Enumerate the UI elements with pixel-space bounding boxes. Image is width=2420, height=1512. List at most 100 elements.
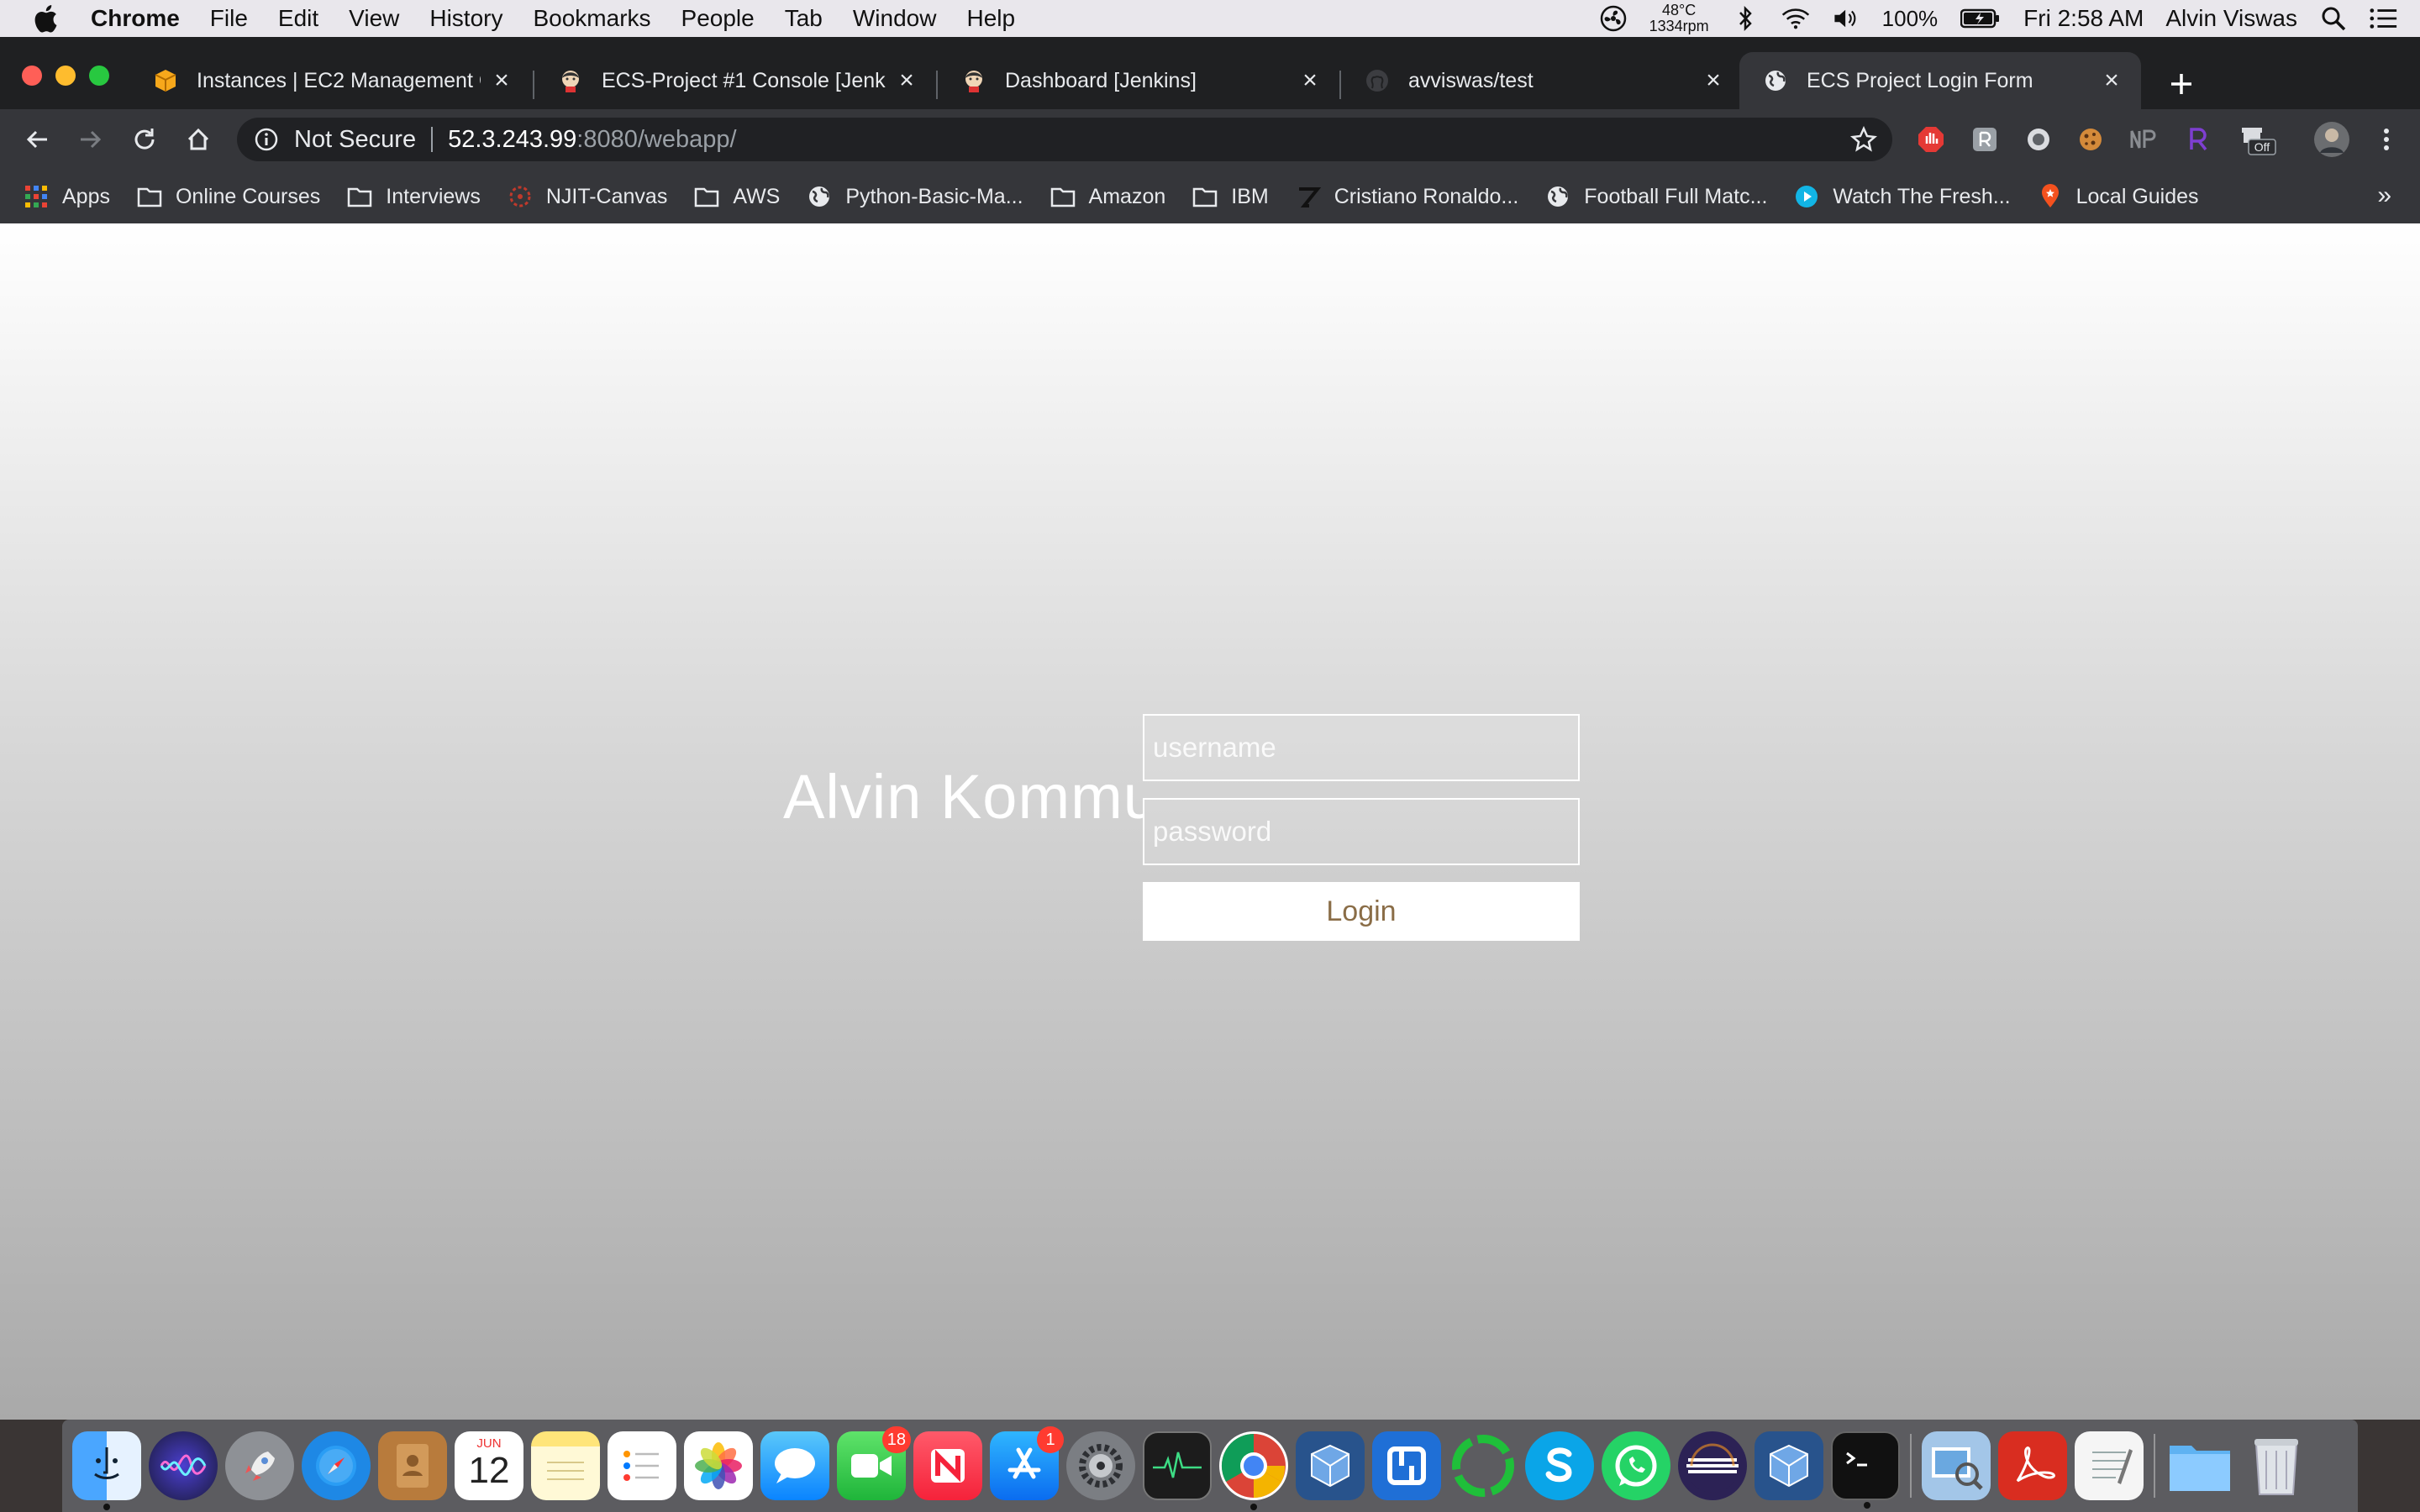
tab-close-icon[interactable]: × bbox=[1297, 66, 1323, 94]
r-extension-icon[interactable] bbox=[2183, 124, 2213, 155]
menu-window[interactable]: Window bbox=[838, 5, 952, 32]
bookmark-amazon[interactable]: Amazon bbox=[1050, 184, 1165, 209]
tab-ecs-login-form[interactable]: ECS Project Login Form × bbox=[1739, 52, 2141, 109]
reload-icon[interactable] bbox=[124, 119, 165, 160]
bookmark-ibm[interactable]: IBM bbox=[1192, 184, 1269, 209]
facetime-icon[interactable]: 18 bbox=[837, 1426, 911, 1500]
tab-github-test[interactable]: avviswas/test × bbox=[1341, 52, 1743, 109]
acrobat-icon[interactable] bbox=[1998, 1431, 2067, 1500]
bookmark-python-basic[interactable]: Python-Basic-Ma... bbox=[807, 184, 1023, 209]
notification-center-icon[interactable] bbox=[2370, 4, 2398, 33]
virtualbox-cube-icon[interactable] bbox=[1754, 1431, 1823, 1500]
tab-jenkins-dashboard[interactable]: Dashboard [Jenkins] × bbox=[938, 52, 1339, 109]
vmware-window-icon[interactable] bbox=[1372, 1431, 1441, 1500]
aws-box-icon bbox=[153, 68, 178, 93]
app-store-icon[interactable]: 1 bbox=[990, 1426, 1064, 1500]
downloads-folder-icon[interactable] bbox=[2165, 1431, 2234, 1500]
contacts-book-icon[interactable] bbox=[378, 1431, 447, 1500]
temperature-readout[interactable]: 48°C 1334rpm bbox=[1649, 3, 1709, 34]
menu-history[interactable]: History bbox=[414, 5, 518, 32]
calendar-icon[interactable]: JUN 12 bbox=[455, 1431, 523, 1500]
cookie-extension-icon[interactable] bbox=[2075, 124, 2106, 155]
skype-icon[interactable] bbox=[1525, 1431, 1594, 1500]
virtualbox-cube-icon[interactable] bbox=[1296, 1431, 1365, 1500]
menu-tab[interactable]: Tab bbox=[770, 5, 838, 32]
photos-icon[interactable] bbox=[684, 1431, 753, 1500]
record-extension-icon[interactable] bbox=[2023, 124, 2054, 155]
chrome-menu-icon[interactable] bbox=[2371, 124, 2402, 155]
profile-avatar-icon[interactable] bbox=[2312, 120, 2351, 159]
info-icon[interactable] bbox=[254, 127, 279, 152]
forward-arrow-icon[interactable] bbox=[71, 119, 111, 160]
messages-bubble-icon[interactable] bbox=[760, 1431, 829, 1500]
window-close-button[interactable] bbox=[22, 66, 42, 86]
activity-monitor-icon[interactable] bbox=[1143, 1431, 1212, 1500]
tab-close-icon[interactable]: × bbox=[489, 66, 514, 94]
bookmark-local-guides[interactable]: Local Guides bbox=[2038, 184, 2199, 209]
siri-icon[interactable] bbox=[149, 1431, 218, 1500]
tab-close-icon[interactable]: × bbox=[1701, 66, 1726, 94]
bookmark-njit-canvas[interactable]: NJIT-Canvas bbox=[508, 184, 667, 209]
reader-extension-icon[interactable] bbox=[1970, 124, 2000, 155]
user-name[interactable]: Alvin Viswas bbox=[2165, 5, 2297, 32]
reminders-icon[interactable] bbox=[608, 1431, 676, 1500]
notes-icon[interactable] bbox=[531, 1431, 600, 1500]
bookmark-cristiano-ronaldo[interactable]: Cristiano Ronaldo... bbox=[1296, 184, 1518, 209]
bluetooth-icon[interactable] bbox=[1731, 4, 1760, 33]
terminal-icon[interactable] bbox=[1831, 1431, 1900, 1509]
back-arrow-icon[interactable] bbox=[17, 119, 57, 160]
bookmark-apps[interactable]: Apps bbox=[24, 184, 110, 209]
chrome-icon[interactable] bbox=[1219, 1431, 1288, 1510]
np-extension-icon[interactable] bbox=[2129, 124, 2160, 155]
finder-icon[interactable] bbox=[72, 1431, 141, 1510]
password-input[interactable] bbox=[1143, 798, 1580, 865]
window-minimize-button[interactable] bbox=[55, 66, 76, 86]
whatsapp-icon[interactable] bbox=[1602, 1431, 1670, 1500]
bookmark-interviews[interactable]: Interviews bbox=[347, 184, 481, 209]
spotlight-search-icon[interactable] bbox=[2319, 4, 2348, 33]
wifi-icon[interactable] bbox=[1781, 4, 1810, 33]
preview-icon[interactable] bbox=[1922, 1431, 1991, 1500]
bookmark-watch-the-fresh[interactable]: Watch The Fresh... bbox=[1794, 184, 2011, 209]
menu-bookmarks[interactable]: Bookmarks bbox=[518, 5, 666, 32]
window-zoom-button[interactable] bbox=[89, 66, 109, 86]
menu-view[interactable]: View bbox=[334, 5, 414, 32]
tab-ecs-project-console[interactable]: ECS-Project #1 Console [Jenkins] × bbox=[534, 52, 936, 109]
clock[interactable]: Fri 2:58 AM bbox=[2023, 5, 2144, 32]
new-tab-plus-icon[interactable] bbox=[2163, 66, 2200, 102]
bookmarks-overflow-chevron-icon[interactable]: » bbox=[2377, 181, 2391, 210]
eclipse-icon[interactable] bbox=[1678, 1431, 1747, 1500]
tab-ec2-instances[interactable]: Instances | EC2 Management Console × bbox=[129, 52, 531, 109]
menu-help[interactable]: Help bbox=[951, 5, 1030, 32]
textedit-icon[interactable] bbox=[2075, 1431, 2144, 1500]
home-icon[interactable] bbox=[178, 119, 218, 160]
menu-app-name[interactable]: Chrome bbox=[91, 5, 195, 32]
tab-close-icon[interactable]: × bbox=[2099, 66, 2124, 94]
sync-ring-icon[interactable] bbox=[1449, 1431, 1518, 1500]
system-preferences-gear-icon[interactable] bbox=[1066, 1431, 1135, 1500]
bookmark-star-icon[interactable] bbox=[1850, 125, 1877, 153]
apple-icon[interactable] bbox=[0, 4, 91, 33]
off-extension-icon[interactable]: Off bbox=[2237, 124, 2277, 155]
username-input[interactable] bbox=[1143, 714, 1580, 781]
menu-edit[interactable]: Edit bbox=[263, 5, 334, 32]
battery-percent[interactable]: 100% bbox=[1882, 6, 1939, 32]
security-status[interactable]: Not Secure bbox=[294, 126, 416, 154]
bookmark-label: Football Full Matc... bbox=[1584, 184, 1768, 208]
news-icon[interactable] bbox=[913, 1431, 982, 1500]
menu-file[interactable]: File bbox=[195, 5, 263, 32]
fan-icon[interactable] bbox=[1599, 4, 1628, 33]
login-button[interactable]: Login bbox=[1143, 882, 1580, 941]
bookmark-online-courses[interactable]: Online Courses bbox=[137, 184, 320, 209]
battery-icon[interactable] bbox=[1960, 4, 2002, 33]
menu-people[interactable]: People bbox=[666, 5, 770, 32]
tab-close-icon[interactable]: × bbox=[894, 66, 919, 94]
volume-icon[interactable] bbox=[1832, 4, 1860, 33]
bookmark-football-full-match[interactable]: Football Full Matc... bbox=[1545, 184, 1767, 209]
launchpad-rocket-icon[interactable] bbox=[225, 1431, 294, 1500]
safari-compass-icon[interactable] bbox=[302, 1431, 371, 1500]
trash-icon[interactable] bbox=[2242, 1431, 2311, 1500]
adblock-extension-icon[interactable] bbox=[1916, 124, 1946, 155]
address-bar[interactable]: Not Secure 52.3.243.99:8080/webapp/ bbox=[237, 118, 1892, 161]
bookmark-aws[interactable]: AWS bbox=[694, 184, 780, 209]
